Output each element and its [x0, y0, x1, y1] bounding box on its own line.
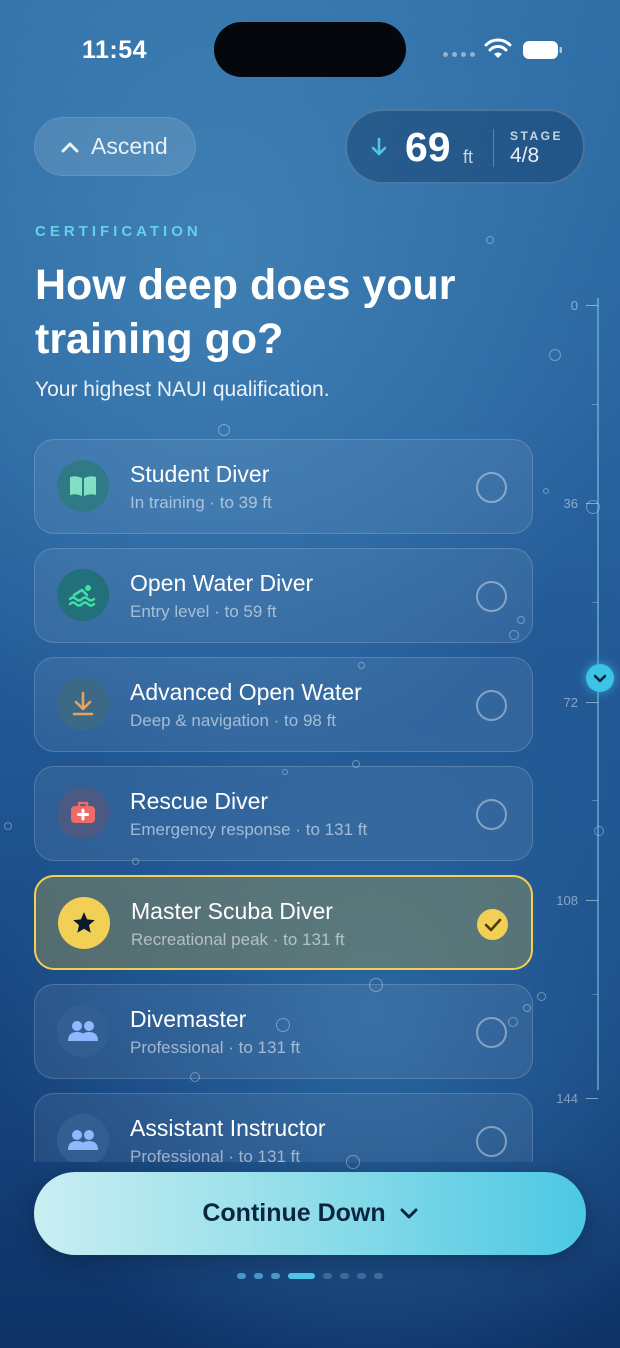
page-dot — [323, 1273, 332, 1279]
gauge-minor-tick — [592, 404, 598, 405]
option-meta: Professional · to 131 ft — [130, 1147, 301, 1162]
option-name: Advanced Open Water — [130, 679, 362, 705]
option-student-diver[interactable]: Student Diver In training · to 39 ft — [34, 439, 533, 534]
page-subtitle: Your highest NAUI qualification. — [35, 378, 330, 401]
radio-button[interactable] — [476, 472, 507, 503]
option-meta: Emergency response · to 131 ft — [130, 820, 368, 839]
book-icon — [70, 476, 96, 496]
gauge-label: 108 — [556, 893, 578, 908]
dynamic-island — [214, 22, 406, 77]
option-advanced-open-water[interactable]: Advanced Open Water Deep & navigation · … — [34, 657, 533, 752]
chevron-down-icon — [593, 674, 607, 682]
gauge-label: 0 — [570, 298, 578, 313]
option-icon-bg — [58, 897, 110, 949]
option-name: Assistant Instructor — [130, 1115, 326, 1141]
gauge-tick — [586, 702, 598, 703]
ascend-button[interactable]: Ascend — [34, 117, 196, 176]
download-arrow-icon — [72, 691, 94, 716]
radio-button[interactable] — [476, 1126, 507, 1157]
page-dot — [271, 1273, 280, 1279]
cellular-signal-icon — [443, 52, 475, 57]
option-name: Divemaster — [130, 1006, 247, 1032]
pagination — [237, 1273, 383, 1279]
depth-unit: ft — [463, 147, 474, 167]
option-master-scuba-diver[interactable]: Master Scuba Diver Recreational peak · t… — [34, 875, 533, 970]
option-icon-bg — [57, 460, 109, 512]
option-icon-bg — [57, 1114, 109, 1162]
gauge-minor-tick — [592, 994, 598, 995]
gauge-minor-tick — [592, 800, 598, 801]
gauge-tick — [586, 305, 598, 306]
stage-label: STAGE — [510, 129, 563, 143]
gauge-label: 144 — [556, 1091, 578, 1106]
check-icon — [484, 918, 501, 931]
ascend-label: Ascend — [91, 133, 168, 159]
gauge-label: 72 — [563, 695, 578, 710]
radio-button[interactable] — [476, 690, 507, 721]
option-meta: In training · to 39 ft — [130, 493, 272, 512]
page-dot — [357, 1273, 366, 1279]
people-icon — [68, 1130, 98, 1150]
continue-label: Continue Down — [202, 1199, 386, 1227]
option-name: Student Diver — [130, 461, 270, 487]
page-dot — [237, 1273, 246, 1279]
option-meta: Deep & navigation · to 98 ft — [130, 711, 337, 730]
option-rescue-diver[interactable]: Rescue Diver Emergency response · to 131… — [34, 766, 533, 861]
gauge-track — [597, 298, 599, 1090]
swimmer-icon — [68, 585, 96, 607]
divider — [493, 129, 494, 167]
option-meta: Recreational peak · to 131 ft — [131, 930, 345, 949]
page-dot — [340, 1273, 349, 1279]
continue-down-button[interactable]: Continue Down — [34, 1172, 586, 1255]
gauge-tick — [586, 1098, 598, 1099]
gauge-minor-tick — [592, 602, 598, 603]
gauge-tick — [586, 503, 598, 504]
option-icon-bg — [57, 787, 109, 839]
page-dot — [254, 1273, 263, 1279]
option-assistant-instructor[interactable]: Assistant Instructor Professional · to 1… — [34, 1093, 533, 1162]
section-eyebrow: CERTIFICATION — [35, 223, 202, 240]
star-icon — [73, 912, 95, 933]
depth-marker — [586, 664, 614, 692]
option-divemaster[interactable]: Divemaster Professional · to 131 ft — [34, 984, 533, 1079]
option-name: Master Scuba Diver — [131, 898, 333, 924]
gauge-label: 36 — [563, 496, 578, 511]
stage-value: 4/8 — [510, 144, 540, 167]
first-aid-kit-icon — [71, 801, 95, 823]
option-icon-bg — [57, 678, 109, 730]
status-time: 11:54 — [82, 36, 148, 64]
option-name: Rescue Diver — [130, 788, 269, 814]
radio-button-checked[interactable] — [477, 909, 508, 940]
chevron-up-icon — [61, 142, 79, 152]
certification-list: Student Diver In training · to 39 ft Ope… — [0, 430, 560, 1162]
depth-value: 69 — [405, 124, 451, 170]
option-icon-bg — [57, 569, 109, 621]
page-title: How deep does your training go? — [35, 261, 456, 363]
option-meta: Professional · to 131 ft — [130, 1038, 301, 1057]
arrow-down-icon — [371, 137, 387, 156]
page-dot-active — [288, 1273, 315, 1279]
people-icon — [68, 1021, 98, 1041]
depth-indicator: 69 ft STAGE 4/8 — [345, 109, 585, 184]
radio-button[interactable] — [476, 1017, 507, 1048]
gauge-tick — [586, 900, 598, 901]
page-dot — [374, 1273, 383, 1279]
option-icon-bg — [57, 1005, 109, 1057]
radio-button[interactable] — [476, 799, 507, 830]
wifi-icon — [484, 38, 512, 58]
option-name: Open Water Diver — [130, 570, 314, 596]
option-meta: Entry level · to 59 ft — [130, 602, 277, 621]
battery-icon — [523, 41, 562, 59]
chevron-down-icon — [400, 1208, 418, 1218]
radio-button[interactable] — [476, 581, 507, 612]
option-open-water-diver[interactable]: Open Water Diver Entry level · to 59 ft — [34, 548, 533, 643]
